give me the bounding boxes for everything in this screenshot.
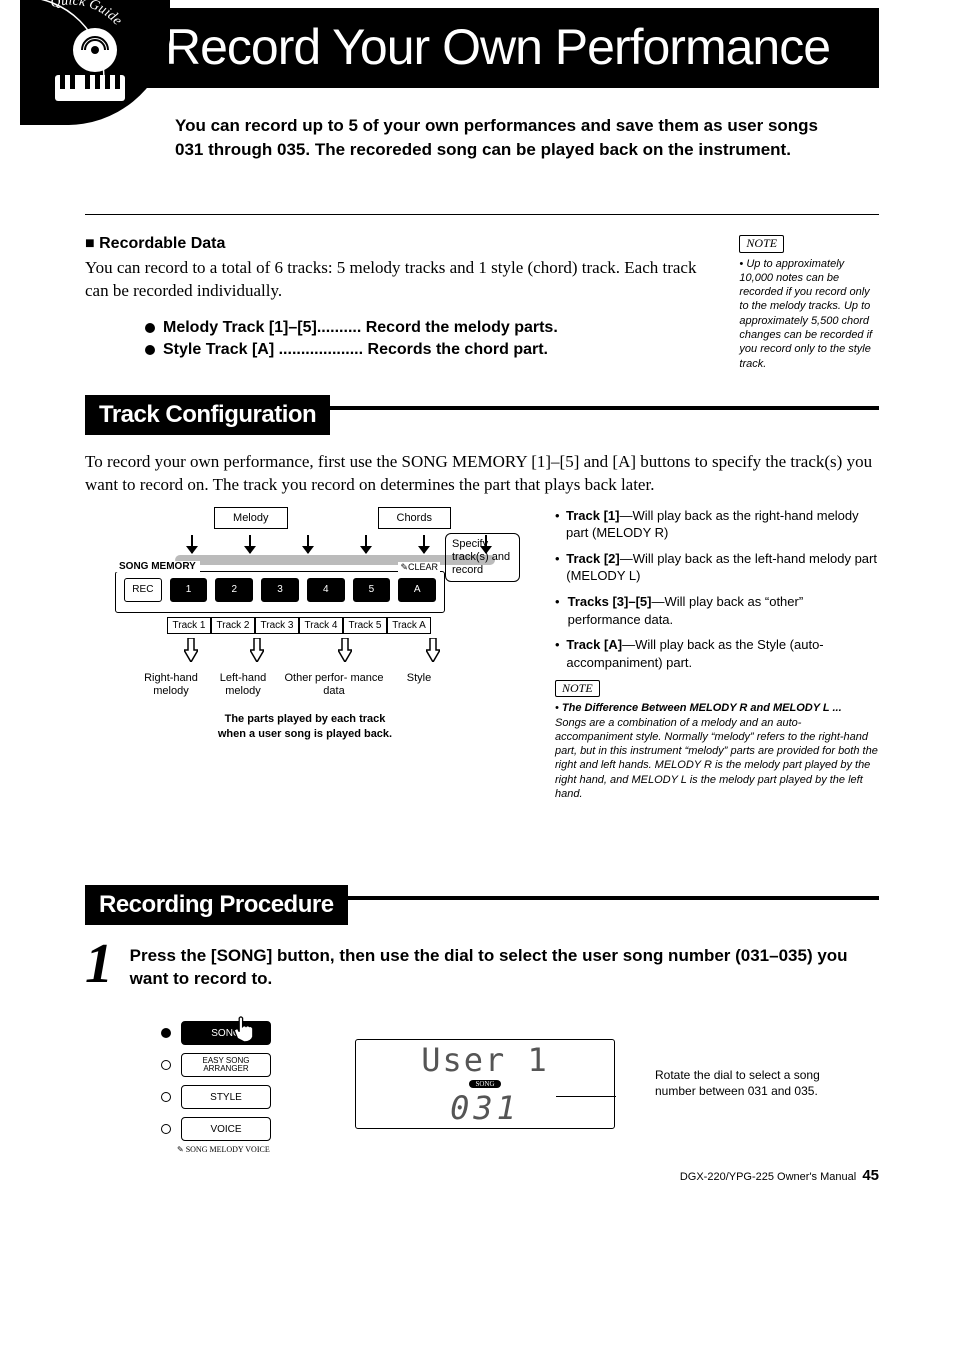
section-divider [328, 406, 879, 410]
arrow-down-icon [423, 535, 425, 553]
button-a[interactable]: A [398, 578, 436, 602]
track-label: Track 4 [299, 617, 343, 634]
page-title: Record Your Own Performance [85, 8, 879, 88]
arrow-down-icon [307, 535, 309, 553]
specify-note: Specify track(s) and record [445, 533, 520, 583]
part-label: Style [389, 672, 449, 698]
rec-button[interactable]: REC [124, 578, 162, 602]
track-label: Track 2 [211, 617, 255, 634]
lcd-song-tag: SONG [469, 1080, 500, 1088]
style-button[interactable]: STYLE [181, 1085, 271, 1109]
hand-pointer-icon [229, 1013, 263, 1047]
part-label: Left-hand melody [207, 672, 279, 698]
page-footer: DGX-220/YPG-225 Owner's Manual 45 [680, 1167, 879, 1184]
voice-button[interactable]: VOICE [181, 1117, 271, 1141]
step-text: Press the [SONG] button, then use the di… [130, 945, 879, 991]
diagram-caption: The parts played by each track when a us… [85, 712, 525, 741]
song-melody-voice-label: ✎ SONG MELODY VOICE [177, 1145, 315, 1154]
arrow-down-icon [365, 535, 367, 553]
arrow-down-icon [191, 535, 193, 553]
clear-label: ✎CLEAR [398, 562, 440, 573]
arrow-outline-icon [426, 638, 440, 662]
button-4[interactable]: 4 [307, 578, 345, 602]
step-number: 1 [85, 945, 120, 991]
chords-box: Chords [378, 507, 451, 529]
control-panel: SONG EASY SONG ARRANGER STYLE VOICE ✎ SO… [155, 1013, 315, 1154]
button-5[interactable]: 5 [353, 578, 391, 602]
button-2[interactable]: 2 [215, 578, 253, 602]
arrow-outline-icon [250, 638, 264, 662]
track-item: Melody Track [1]–[5].......... Record th… [145, 317, 715, 339]
led-off-icon [161, 1092, 171, 1102]
melody-box: Melody [214, 507, 287, 529]
quick-guide-badge: Quick Guide [20, 0, 170, 125]
part-label: Other perfor- mance data [279, 672, 389, 698]
panel-label: SONG MEMORY [115, 561, 200, 572]
lcd-line2: 031 [450, 1089, 520, 1127]
led-off-icon [161, 1060, 171, 1070]
track-diagram: Melody Chords Specify track(s) and recor… [85, 507, 525, 801]
song-memory-panel: SONG MEMORY ✎CLEAR REC 1 2 3 4 5 A [115, 571, 445, 613]
track-item: Style Track [A] ................... Reco… [145, 339, 715, 361]
track-label: Track 3 [255, 617, 299, 634]
easy-song-button[interactable]: EASY SONG ARRANGER [181, 1053, 271, 1077]
button-1[interactable]: 1 [170, 578, 208, 602]
track-label: Track 5 [343, 617, 387, 634]
track-label: Track 1 [167, 617, 211, 634]
arrow-outline-icon [184, 638, 198, 662]
arrow-down-icon [249, 535, 251, 553]
note-box: NOTE • Up to approximately 10,000 notes … [739, 235, 879, 371]
note-label: NOTE [739, 235, 784, 253]
track-descriptions: •Track [1]—Will play back as the right-h… [555, 507, 879, 671]
intro-text: You can record up to 5 of your own perfo… [85, 88, 879, 162]
section1-body: To record your own performance, first us… [85, 451, 879, 497]
part-label: Right-hand melody [135, 672, 207, 698]
note-body: • Up to approximately 10,000 notes can b… [739, 257, 879, 371]
dial-instruction: Rotate the dial to select a song number … [655, 1068, 845, 1099]
recordable-body: You can record to a total of 6 tracks: 5… [85, 257, 715, 303]
button-3[interactable]: 3 [261, 578, 299, 602]
led-off-icon [161, 1124, 171, 1134]
recordable-heading: ■ Recordable Data [85, 235, 715, 253]
note-box-2: NOTE • The Difference Between MELODY R a… [555, 679, 879, 801]
arrow-down-icon [485, 535, 487, 553]
lcd-display: User 1 SONG 031 [355, 1039, 615, 1129]
led-on-icon [161, 1028, 171, 1038]
section-title-recording: Recording Procedure [85, 885, 348, 925]
section-divider [346, 896, 879, 900]
note-label: NOTE [555, 680, 600, 697]
arrow-outline-icon [338, 638, 352, 662]
section-title-track-config: Track Configuration [85, 395, 330, 435]
callout-line [556, 1096, 616, 1097]
lcd-line1: User 1 [421, 1041, 549, 1079]
track-label: Track A [387, 617, 431, 634]
